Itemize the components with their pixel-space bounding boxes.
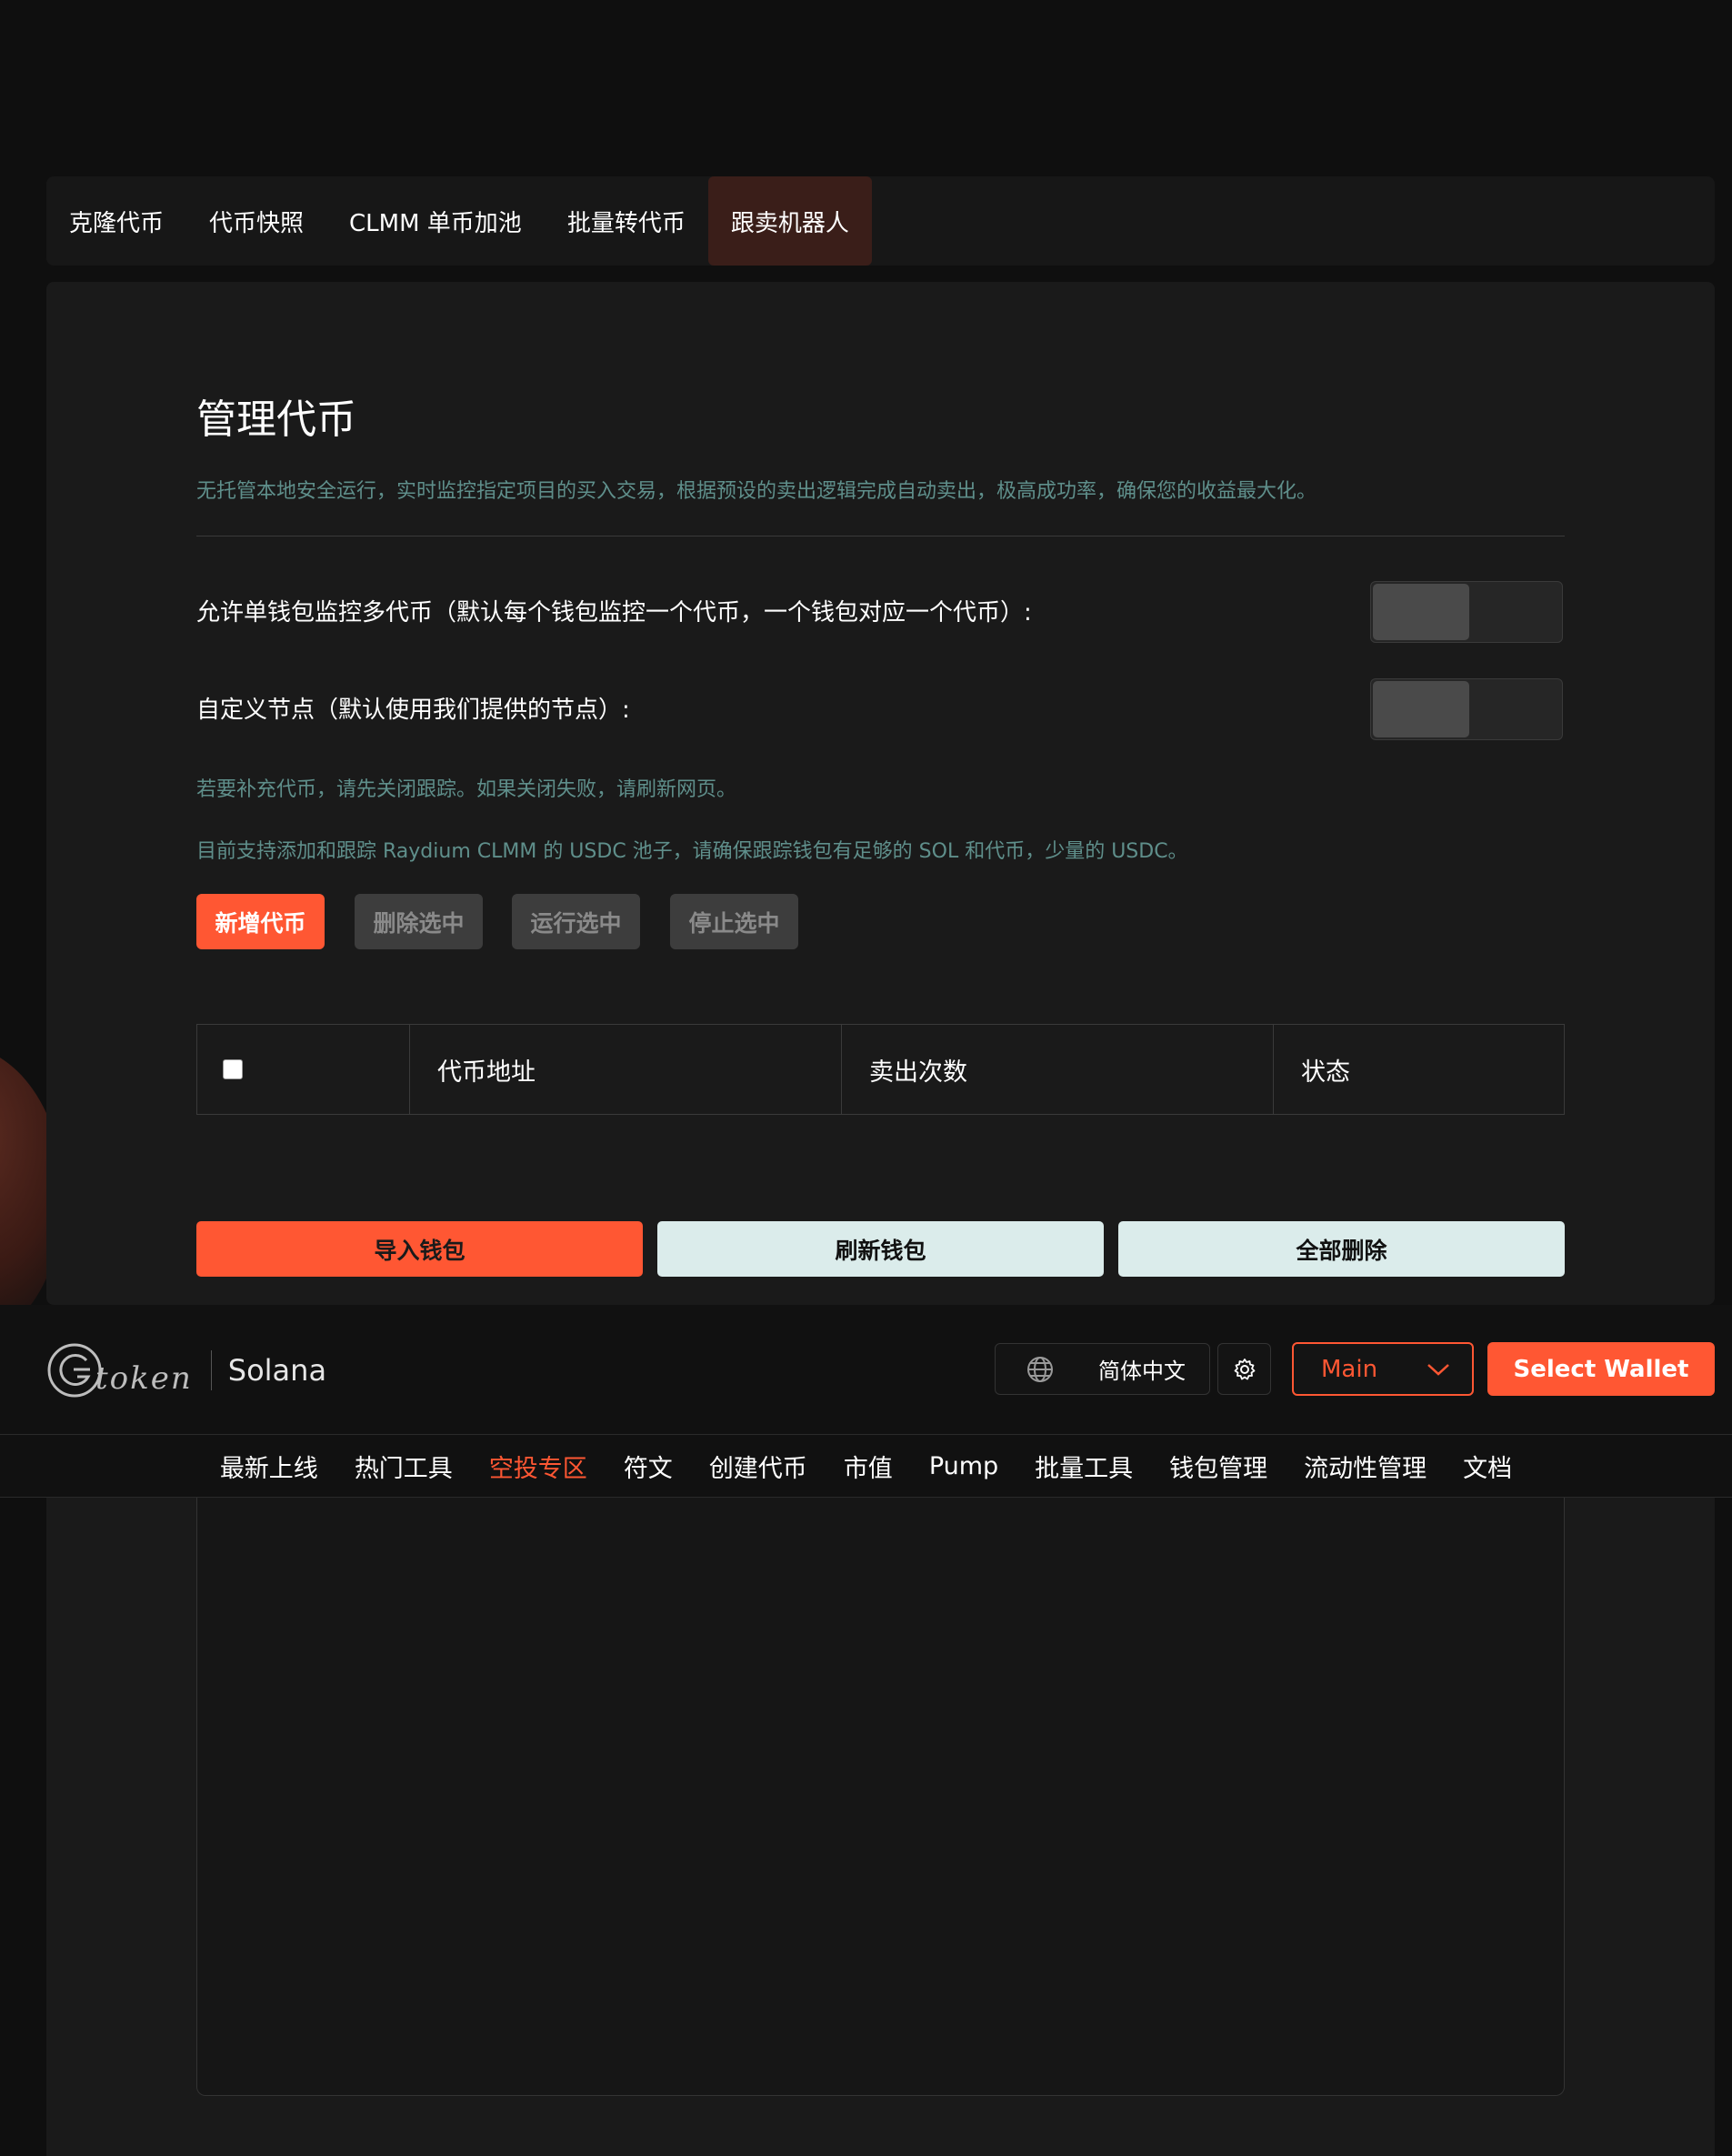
tab-token-snapshot[interactable]: 代币快照 [186,176,326,266]
nav-item-batch-tools[interactable]: 批量工具 [1016,1449,1151,1484]
tab-follow-sell-bot[interactable]: 跟卖机器人 [707,176,872,266]
main-nav: 最新上线 热门工具 空投专区 符文 创建代币 市值 Pump 批量工具 钱包管理… [0,1434,1732,1498]
select-wallet-button[interactable]: Select Wallet [1487,1342,1715,1396]
token-table: 代币地址 卖出次数 状态 [196,1024,1565,1115]
nav-item-wallet-management[interactable]: 钱包管理 [1151,1449,1286,1484]
run-selected-button[interactable]: 运行选中 [512,894,640,949]
logo-text: token [95,1360,193,1397]
chain-name: Solana [227,1353,327,1388]
network-selector[interactable]: Main [1292,1342,1474,1396]
refresh-wallet-button[interactable]: 刷新钱包 [657,1221,1104,1277]
note-support: 目前支持添加和跟踪 Raydium CLMM 的 USDC 池子，请确保跟踪钱包… [196,840,1188,863]
site-logo[interactable]: token Solana [46,1343,326,1398]
nav-item-pump[interactable]: Pump [911,1452,1016,1480]
multi-token-option-label: 允许单钱包监控多代币（默认每个钱包监控一个代币，一个钱包对应一个代币）: [196,599,1032,627]
select-all-checkbox[interactable] [223,1059,243,1079]
nav-item-latest[interactable]: 最新上线 [202,1449,336,1484]
header-status: 状态 [1301,1058,1350,1087]
nav-item-airdrop[interactable]: 空投专区 [471,1449,606,1484]
wallet-input-area[interactable] [196,1498,1565,2096]
page-title: 管理代币 [196,396,356,443]
delete-selected-button[interactable]: 删除选中 [355,894,483,949]
nav-item-market-cap[interactable]: 市值 [826,1449,911,1484]
toggle-knob [1373,681,1469,737]
add-token-button[interactable]: 新增代币 [196,894,325,949]
page-root: 克隆代币 代币快照 CLMM 单币加池 批量转代币 跟卖机器人 管理代币 无托管… [0,0,1732,2156]
logo-separator [210,1350,212,1390]
nav-item-hot-tools[interactable]: 热门工具 [336,1449,471,1484]
nav-item-docs[interactable]: 文档 [1445,1449,1530,1484]
custom-node-toggle[interactable] [1370,678,1563,740]
header-sell-count: 卖出次数 [842,1025,1274,1114]
nav-item-runes[interactable]: 符文 [606,1449,691,1484]
stop-selected-button[interactable]: 停止选中 [670,894,798,949]
delete-all-button[interactable]: 全部删除 [1118,1221,1565,1277]
tool-tabs: 克隆代币 代币快照 CLMM 单币加池 批量转代币 跟卖机器人 [46,176,1715,266]
multi-token-toggle[interactable] [1370,581,1563,643]
tab-clone-token[interactable]: 克隆代币 [46,176,186,266]
nav-item-create-token[interactable]: 创建代币 [691,1449,826,1484]
language-selector[interactable]: 简体中文 [995,1343,1210,1395]
select-all-cell [197,1025,410,1114]
language-label: 简体中文 [1098,1359,1186,1384]
tab-batch-transfer[interactable]: 批量转代币 [545,176,708,266]
logo-g-icon [47,1343,102,1398]
gear-icon [1234,1358,1255,1379]
custom-node-option-label: 自定义节点（默认使用我们提供的节点）: [196,697,630,724]
tab-clmm-single-add[interactable]: CLMM 单币加池 [326,176,545,266]
toggle-knob [1373,584,1469,640]
settings-button[interactable] [1217,1343,1271,1395]
page-description: 无托管本地安全运行，实时监控指定项目的买入交易，根据预设的卖出逻辑完成自动卖出，… [196,480,1317,503]
network-label: Main [1321,1355,1378,1383]
chevron-down-icon [1427,1363,1449,1376]
note-refill: 若要补充代币，请先关闭跟踪。如果关闭失败，请刷新网页。 [196,778,737,801]
header-token-address: 代币地址 [410,1025,842,1114]
nav-item-liquidity[interactable]: 流动性管理 [1286,1449,1445,1484]
import-wallet-button[interactable]: 导入钱包 [196,1221,643,1277]
globe-icon [1027,1356,1053,1382]
